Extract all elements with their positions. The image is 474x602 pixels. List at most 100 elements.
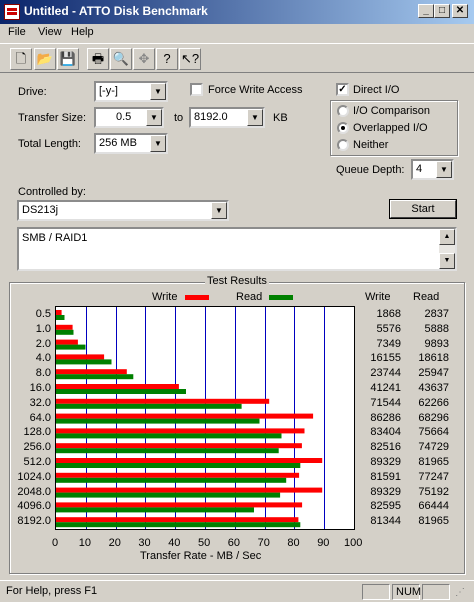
scroll-down-icon[interactable]: ▼ — [439, 253, 455, 269]
status-panel-scrl — [422, 584, 450, 600]
help-icon[interactable]: ? — [156, 48, 178, 70]
chevron-down-icon[interactable]: ▼ — [150, 83, 166, 100]
force-write-checkbox[interactable] — [190, 83, 203, 96]
print-preview-icon[interactable]: 🔍 — [110, 48, 132, 70]
row-size-label: 256.0 — [23, 441, 51, 454]
transfer-from-value: 0.5 — [116, 111, 132, 123]
controlled-by-select[interactable]: DS213j ▼ — [17, 200, 229, 221]
start-button[interactable]: Start — [390, 200, 456, 218]
neither-radio[interactable] — [337, 139, 349, 151]
description-textarea[interactable]: SMB / RAID1 ▲ ▼ — [17, 227, 457, 271]
col-header-read: Read — [413, 291, 440, 303]
read-bar — [56, 492, 281, 498]
row-size-label: 4096.0 — [17, 500, 51, 513]
read-bar — [56, 389, 186, 394]
x-tick-label: 100 — [344, 537, 363, 549]
legend-write-label: Write — [152, 291, 178, 303]
direct-io-checkbox[interactable]: ✓ — [336, 83, 349, 96]
read-bar — [56, 507, 254, 513]
read-bar — [56, 374, 134, 380]
col-header-write: Write — [365, 291, 391, 303]
new-icon[interactable]: 🗋 — [10, 48, 32, 70]
overlapped-io-radio[interactable] — [337, 122, 349, 134]
row-write-value: 81344 — [370, 515, 401, 528]
chevron-down-icon[interactable]: ▼ — [247, 109, 263, 126]
row-size-label: 16.0 — [29, 382, 51, 394]
overlapped-io-label: Overlapped I/O — [353, 122, 428, 134]
queue-depth-select[interactable]: 4 ▼ — [411, 159, 454, 180]
write-bar — [56, 324, 73, 330]
menu-view[interactable]: View — [38, 26, 62, 38]
io-comparison-radio[interactable] — [337, 105, 349, 117]
drive-value: [-y-] — [99, 85, 118, 97]
transfer-to-select[interactable]: 8192.0 ▼ — [189, 107, 265, 128]
write-bar — [56, 487, 323, 493]
total-length-select[interactable]: 256 MB ▼ — [94, 133, 168, 154]
row-write-value: 41241 — [370, 382, 401, 394]
read-bar — [56, 433, 282, 439]
status-panel-caps — [362, 584, 390, 600]
row-write-value: 83404 — [370, 426, 401, 439]
read-bar — [56, 315, 65, 320]
write-bar — [56, 443, 302, 449]
total-length-value: 256 MB — [99, 137, 137, 149]
chevron-down-icon[interactable]: ▼ — [436, 161, 452, 178]
transfer-to-value: 8192.0 — [194, 111, 228, 123]
x-axis-label: Transfer Rate - MB / Sec — [140, 550, 262, 562]
row-size-label: 64.0 — [29, 411, 51, 424]
save-icon[interactable]: 💾 — [57, 48, 79, 70]
row-read-value: 75664 — [418, 426, 449, 439]
print-icon[interactable]: 🖶 — [87, 48, 109, 70]
scrollbar-track[interactable] — [439, 245, 455, 253]
test-results-title: Test Results — [205, 275, 269, 287]
minimize-button[interactable]: _ — [418, 4, 434, 18]
row-read-value: 66444 — [418, 500, 449, 513]
row-size-label: 1.0 — [35, 322, 51, 335]
total-length-label: Total Length: — [18, 138, 81, 150]
app-icon[interactable] — [4, 4, 20, 20]
write-bar — [56, 369, 127, 375]
row-size-label: 32.0 — [29, 396, 51, 409]
transfer-size-label: Transfer Size: — [18, 112, 87, 124]
close-button[interactable]: ✕ — [452, 4, 468, 18]
chevron-down-icon[interactable]: ▼ — [146, 109, 162, 126]
resize-grip-icon[interactable]: ⋰ — [455, 587, 465, 598]
read-bar — [56, 522, 301, 528]
drive-label: Drive: — [18, 86, 47, 98]
read-bar — [56, 463, 301, 468]
chevron-down-icon[interactable]: ▼ — [150, 135, 166, 152]
scroll-up-icon[interactable]: ▲ — [439, 229, 455, 245]
read-bar — [56, 329, 74, 335]
x-tick-label: 20 — [108, 537, 121, 549]
direct-io-label: Direct I/O — [353, 84, 400, 96]
io-comparison-label: I/O Comparison — [353, 105, 431, 117]
row-write-value: 81591 — [370, 470, 401, 483]
menu-file[interactable]: File — [8, 26, 26, 38]
row-read-value: 74729 — [418, 441, 449, 454]
read-bar — [56, 418, 260, 424]
move-icon[interactable]: ✥ — [133, 48, 155, 70]
force-write-label: Force Write Access — [208, 84, 303, 96]
row-read-value: 43637 — [418, 382, 449, 394]
read-bar — [56, 359, 112, 365]
drive-select[interactable]: [-y-] ▼ — [94, 81, 168, 102]
row-write-value: 1868 — [376, 308, 401, 320]
menu-help[interactable]: Help — [71, 26, 94, 38]
row-size-label: 2.0 — [35, 337, 51, 350]
maximize-button[interactable]: □ — [434, 4, 450, 18]
row-write-value: 86286 — [370, 411, 401, 424]
legend-write-swatch — [185, 295, 209, 300]
row-read-value: 62266 — [418, 396, 449, 409]
queue-depth-label: Queue Depth: — [336, 164, 405, 176]
title-bar[interactable]: Untitled - ATTO Disk Benchmark _ □ ✕ — [0, 0, 474, 24]
x-tick-label: 80 — [287, 537, 300, 549]
context-help-icon[interactable]: ↖? — [179, 48, 201, 70]
write-bar — [56, 339, 78, 345]
read-bar — [56, 477, 287, 483]
legend-read-label: Read — [236, 291, 263, 303]
row-size-label: 512.0 — [23, 456, 51, 468]
chevron-down-icon[interactable]: ▼ — [211, 202, 227, 219]
transfer-from-select[interactable]: 0.5 ▼ — [94, 107, 164, 128]
open-icon[interactable]: 📂 — [34, 48, 56, 70]
row-write-value: 82595 — [370, 500, 401, 513]
